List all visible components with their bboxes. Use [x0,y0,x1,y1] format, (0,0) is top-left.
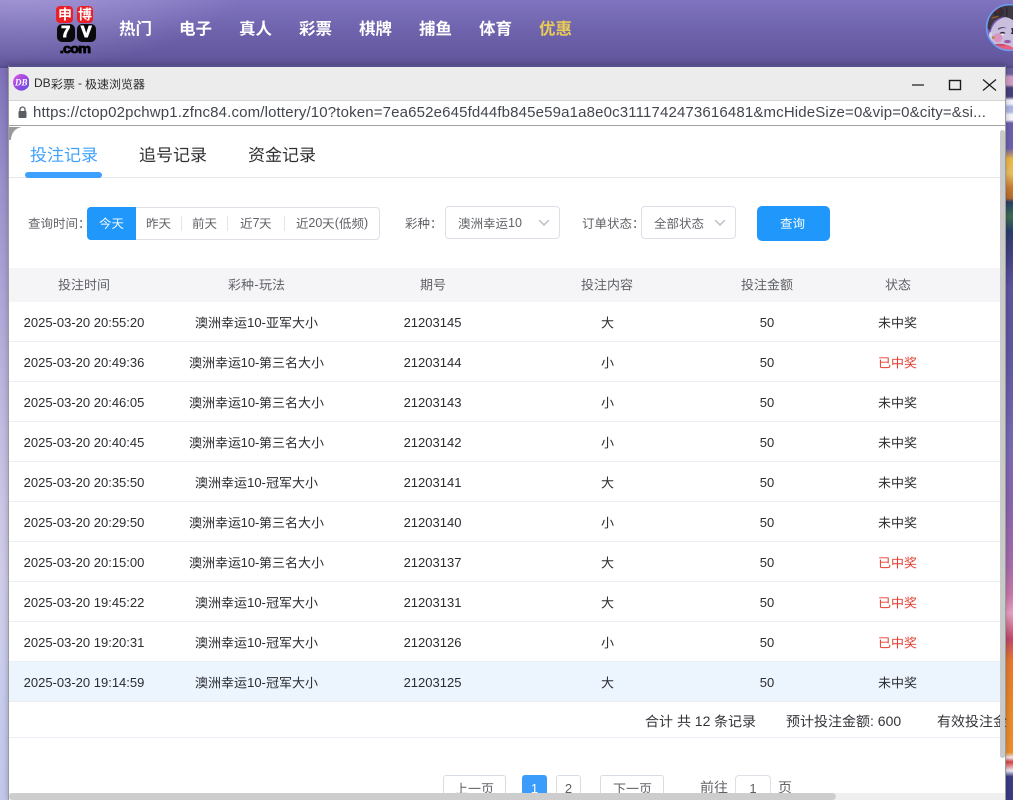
svg-text:DB: DB [14,78,27,88]
